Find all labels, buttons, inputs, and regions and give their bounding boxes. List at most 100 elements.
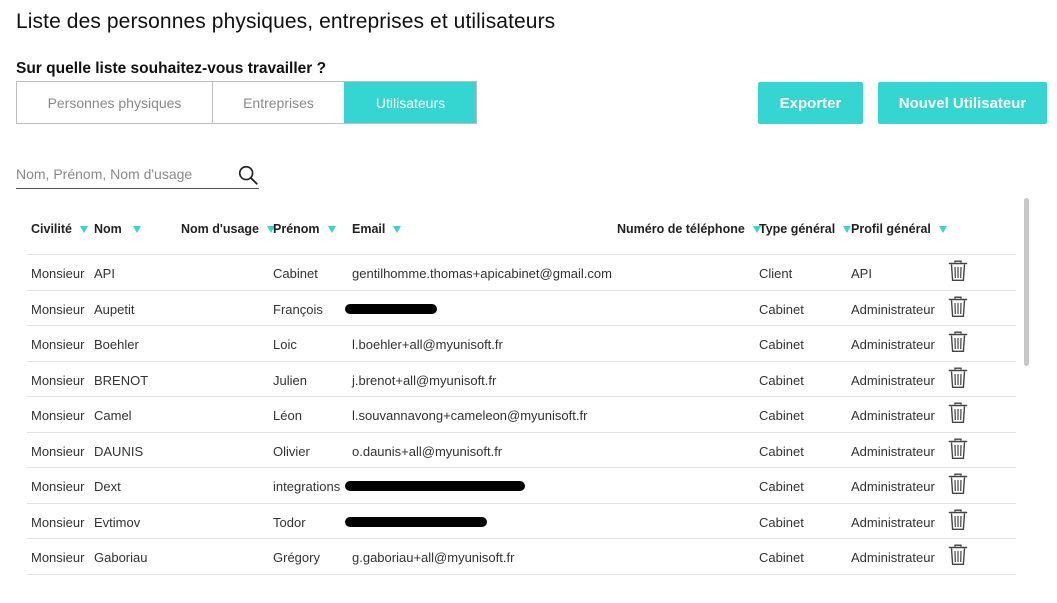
sort-arrow-icon[interactable] (393, 225, 402, 233)
table-row[interactable]: Monsieur API Cabinet gentilhomme.thomas+api… (27, 255, 1016, 291)
cell-civilite: Monsieur (31, 408, 85, 423)
cell-type: Cabinet (759, 372, 804, 388)
list-type-selector: Personnes physiques Entreprises Utilisat… (16, 81, 477, 124)
cell-profil: Administrateur (851, 443, 935, 459)
cell-civilite: Monsieur (31, 372, 85, 388)
cell-type: Cabinet (759, 479, 804, 494)
cell-profil: Administrateur (851, 550, 935, 565)
cell-profil: API (851, 266, 872, 281)
table-row[interactable]: Monsieur Aupetit François Cabinet Administra… (27, 291, 1016, 326)
table-row[interactable]: Monsieur Dext integrations Cabinet Administr… (27, 468, 1016, 504)
sort-arrow-icon[interactable] (938, 225, 947, 233)
search-input[interactable] (16, 166, 221, 182)
column-email[interactable]: Email (352, 222, 402, 236)
sort-arrow-icon[interactable] (327, 225, 336, 233)
trash-icon[interactable] (948, 544, 968, 566)
redacted-email (345, 303, 437, 314)
cell-prenom: Grégory (273, 550, 320, 565)
cell-civilite: Monsieur (31, 550, 85, 565)
cell-nom: Gaboriau (94, 550, 148, 565)
cell-email: l.souvannavong+cameleon@myunisoft.fr (352, 408, 588, 423)
cell-prenom: Julien (273, 372, 307, 388)
cell-profil: Administrateur (851, 301, 935, 317)
cell-email: l.boehler+all@myunisoft.fr (352, 337, 503, 352)
cell-prenom: Olivier (273, 443, 310, 459)
search-icon[interactable] (237, 164, 259, 186)
cell-type: Cabinet (759, 550, 804, 565)
tab-utilisateurs[interactable]: Utilisateurs (344, 82, 476, 123)
page-title: Liste des personnes physiques, entrepris… (16, 10, 556, 33)
cell-civilite: Monsieur (31, 301, 85, 317)
cell-nom: Camel (94, 408, 132, 423)
trash-icon[interactable] (948, 260, 968, 282)
cell-type: Cabinet (759, 408, 804, 423)
cell-civilite: Monsieur (31, 337, 85, 352)
sort-arrow-icon[interactable] (132, 225, 141, 233)
redacted-email (345, 481, 525, 491)
cell-email: gentilhomme.thomas+apicabinet@gmail.com (352, 266, 612, 281)
cell-profil: Administrateur (851, 514, 935, 530)
cell-nom: Dext (94, 479, 121, 494)
trash-icon[interactable] (948, 296, 968, 318)
tab-personnes-physiques[interactable]: Personnes physiques (17, 82, 212, 123)
cell-nom: Evtimov (94, 514, 141, 530)
column-type-general[interactable]: Type général (759, 222, 852, 236)
trash-icon[interactable] (948, 367, 968, 389)
cell-civilite: Monsieur (31, 479, 85, 494)
cell-nom: DAUNIS (94, 443, 144, 459)
search-bar (16, 160, 259, 189)
cell-profil: Administrateur (851, 479, 935, 494)
redacted-email (345, 516, 487, 527)
cell-civilite: Monsieur (31, 514, 85, 530)
tab-entreprises[interactable]: Entreprises (212, 82, 344, 123)
table-row[interactable]: Monsieur BRENOT Julien j.brenot+all@myuniso… (27, 362, 1016, 397)
trash-icon[interactable] (948, 438, 968, 460)
trash-icon[interactable] (948, 331, 968, 353)
cell-civilite: Monsieur (31, 266, 85, 281)
trash-icon[interactable] (948, 473, 968, 495)
table-row[interactable]: Monsieur Evtimov Todor Cabinet Administrateu… (27, 504, 1016, 539)
column-nom-usage[interactable]: Nom d'usage (181, 222, 275, 236)
table-header: Civilité Nom Nom d'usage Prénom Email Nu… (27, 211, 1016, 255)
export-button[interactable]: Exporter (758, 82, 863, 124)
column-profil-general[interactable]: Profil général (851, 222, 947, 236)
cell-prenom: Loic (273, 337, 297, 352)
column-nom[interactable]: Nom (94, 222, 141, 236)
table-row[interactable]: Monsieur Boehler Loic l.boehler+all@myuniso… (27, 326, 1016, 362)
cell-prenom: integrations (273, 479, 341, 494)
cell-type: Cabinet (759, 443, 804, 459)
cell-profil: Administrateur (851, 337, 935, 352)
cell-prenom: Todor (273, 514, 306, 530)
cell-nom: Aupetit (94, 301, 135, 317)
column-prenom[interactable]: Prénom (273, 222, 336, 236)
cell-nom: BRENOT (94, 372, 149, 388)
cell-nom: Boehler (94, 337, 139, 352)
list-question: Sur quelle liste souhaitez-vous travaill… (16, 60, 327, 77)
column-civilite[interactable]: Civilité (31, 222, 88, 236)
cell-nom: API (94, 266, 115, 281)
cell-email: o.daunis+all@myunisoft.fr (352, 443, 503, 459)
cell-type: Cabinet (759, 514, 804, 530)
table-row[interactable]: Monsieur DAUNIS Olivier o.daunis+all@myunis… (27, 433, 1016, 468)
cell-prenom: François (273, 301, 323, 317)
cell-email: g.gaboriau+all@myunisoft.fr (352, 550, 515, 565)
column-telephone[interactable]: Numéro de téléphone (617, 222, 761, 236)
cell-profil: Administrateur (851, 372, 935, 388)
cell-email: j.brenot+all@myunisoft.fr (352, 372, 497, 388)
cell-profil: Administrateur (851, 408, 935, 423)
new-user-button[interactable]: Nouvel Utilisateur (878, 82, 1047, 124)
table-body: Monsieur API Cabinet gentilhomme.thomas+api… (27, 255, 1016, 575)
cell-prenom: Léon (273, 408, 302, 423)
trash-icon[interactable] (948, 402, 968, 424)
table-row[interactable]: Monsieur Camel Léon l.souvannavong+cameleon… (27, 397, 1016, 433)
cell-civilite: Monsieur (31, 443, 85, 459)
table-row[interactable]: Monsieur Gaboriau Grégory g.gaboriau+all@my… (27, 539, 1016, 575)
sort-arrow-icon[interactable] (80, 225, 88, 233)
users-table: Civilité Nom Nom d'usage Prénom Email Nu… (27, 211, 1016, 575)
trash-icon[interactable] (948, 509, 968, 531)
sort-arrow-icon[interactable] (843, 225, 852, 233)
vertical-scrollbar[interactable] (1024, 198, 1029, 366)
cell-prenom: Cabinet (273, 266, 318, 281)
cell-type: Cabinet (759, 301, 804, 317)
cell-type: Cabinet (759, 337, 804, 352)
